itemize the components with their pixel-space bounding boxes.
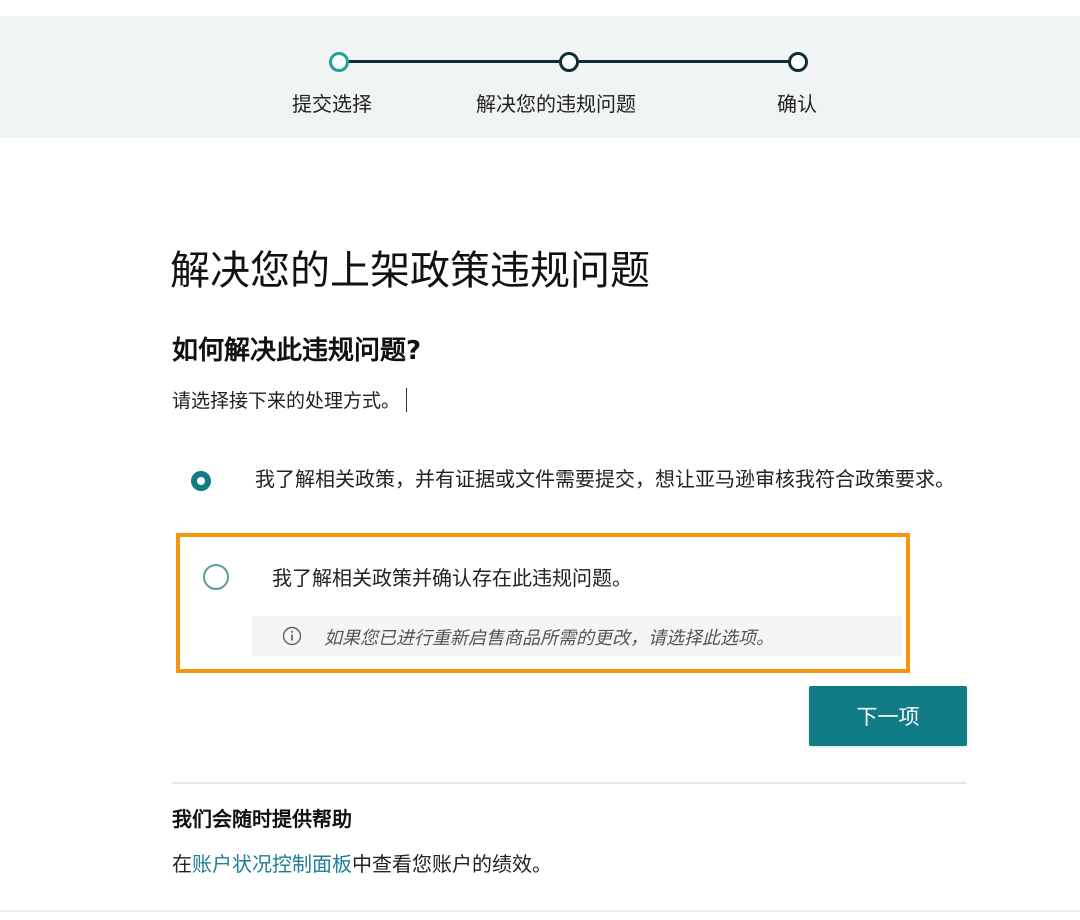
account-health-link[interactable]: 账户状况控制面板 [192, 852, 352, 876]
question-heading: 如何解决此违规问题? [172, 336, 422, 366]
help-title: 我们会随时提供帮助 [172, 807, 352, 831]
step-dot-confirm [788, 52, 808, 72]
step-dot-resolve-violation [559, 52, 579, 72]
instruction-label: 请选择接下来的处理方式。 [172, 390, 401, 412]
step-dot-submit-choice [329, 52, 349, 72]
progress-stepper: 提交选择 解决您的违规问题 确认 [0, 16, 1080, 138]
info-icon [282, 626, 302, 646]
next-button[interactable]: 下一项 [809, 686, 967, 746]
help-text-suffix: 中查看您账户的绩效。 [352, 852, 552, 876]
help-text-prefix: 在 [172, 852, 192, 876]
option-hint-text: 如果您已进行重新启售商品所需的更改，请选择此选项。 [324, 628, 774, 649]
step-label-submit-choice: 提交选择 [292, 92, 372, 116]
option-hint: 如果您已进行重新启售商品所需的更改，请选择此选项。 [252, 616, 902, 656]
step-label-resolve-violation: 解决您的违规问题 [476, 92, 636, 116]
option-radio-confirm-violation[interactable] [203, 564, 229, 590]
divider [172, 782, 967, 784]
page-title: 解决您的上架政策违规问题 [170, 248, 650, 294]
instruction-text: 请选择接下来的处理方式。 [172, 386, 408, 413]
footer-divider [0, 910, 1080, 912]
text-caret [406, 388, 408, 412]
help-text: 在账户状况控制面板中查看您账户的绩效。 [172, 848, 552, 877]
option-label-submit-evidence[interactable]: 我了解相关政策，并有证据或文件需要提交，想让亚马逊审核我符合政策要求。 [255, 463, 955, 495]
step-label-confirm: 确认 [777, 92, 817, 116]
option-radio-submit-evidence[interactable] [191, 471, 211, 491]
option-label-confirm-violation[interactable]: 我了解相关政策并确认存在此违规问题。 [272, 562, 632, 591]
